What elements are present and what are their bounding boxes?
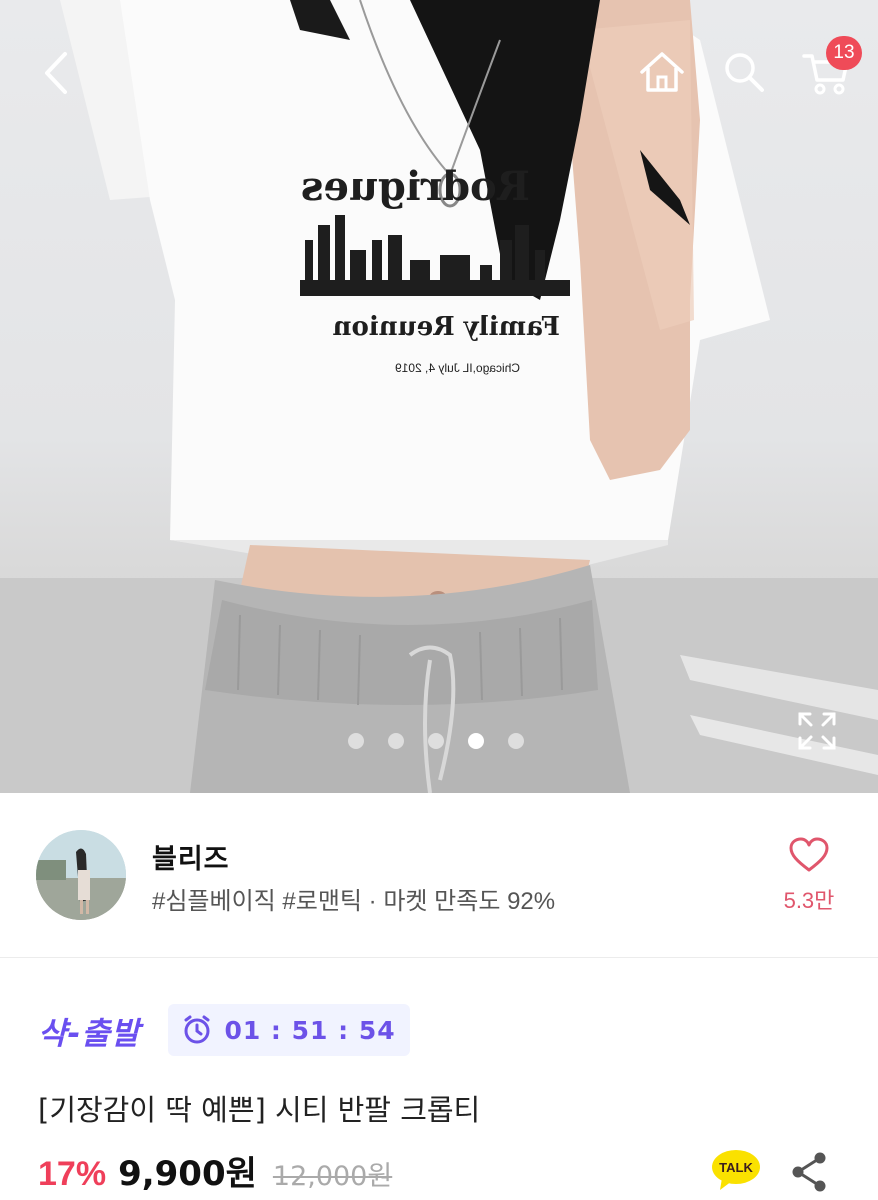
back-button[interactable] (28, 45, 84, 101)
timer-countdown: 01 : 51 : 54 (224, 1015, 396, 1045)
talk-label: TALK (719, 1160, 753, 1175)
heart-icon (789, 837, 829, 872)
gallery-dot[interactable] (348, 733, 364, 749)
cart-count-badge: 13 (826, 36, 862, 70)
svg-text:Chicago,IL July 4, 2019: Chicago,IL July 4, 2019 (395, 361, 520, 375)
home-icon (640, 52, 684, 92)
share-button[interactable] (789, 1150, 829, 1194)
expand-icon (798, 712, 836, 750)
search-button[interactable] (716, 44, 772, 100)
sale-price: 9,900원 (118, 1154, 257, 1194)
discount-rate: 17% (38, 1155, 107, 1193)
shop-tags: #심플베이직 #로맨틱 · 마켓 만족도 92% (152, 888, 556, 915)
deal-timer: 01 : 51 : 54 (168, 1004, 410, 1056)
search-icon (725, 53, 764, 92)
product-title: [기장감이 딱 예쁜] 시티 반팔 크롭티 (38, 1093, 481, 1127)
gallery-pagination (348, 733, 524, 749)
expand-image-button[interactable] (796, 710, 838, 752)
chevron-left-icon (45, 52, 67, 94)
price-row: 17% 9,900원 12,000원 (38, 1146, 392, 1195)
kakao-talk-button[interactable]: TALK (710, 1148, 762, 1192)
home-button[interactable] (634, 44, 690, 100)
gallery-dot[interactable] (508, 733, 524, 749)
deal-row: 샥-출발 01 : 51 : 54 (38, 1004, 410, 1056)
svg-text:Family Reunion: Family Reunion (333, 312, 560, 342)
gallery-dot[interactable] (388, 733, 404, 749)
talk-icon: TALK (712, 1150, 760, 1190)
shop-name[interactable]: 블리즈 (152, 837, 230, 876)
share-icon (792, 1152, 826, 1192)
original-price: 12,000원 (272, 1161, 393, 1192)
deal-label: 샥-출발 (38, 1015, 141, 1052)
alarm-clock-icon (184, 1015, 210, 1044)
avatar-image (36, 830, 126, 920)
like-count: 5.3만 (783, 888, 835, 913)
gallery-dot[interactable] (428, 733, 444, 749)
shop-avatar[interactable] (36, 830, 126, 920)
like-button[interactable]: 5.3만 (770, 837, 848, 915)
product-photo: Rodrigues Family Reunion Chicago,IL July… (0, 0, 878, 793)
product-image-gallery[interactable]: Rodrigues Family Reunion Chicago,IL July… (0, 0, 878, 793)
svg-text:Rodrigues: Rodrigues (301, 163, 530, 210)
gallery-dot-active[interactable] (468, 733, 484, 749)
shop-info-row[interactable]: 블리즈 #심플베이직 #로맨틱 · 마켓 만족도 92% 5.3만 (0, 793, 878, 958)
